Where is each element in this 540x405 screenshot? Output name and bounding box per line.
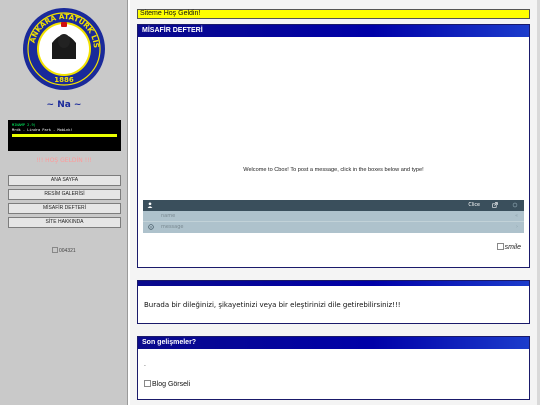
name-chevron-icon: «	[514, 213, 518, 219]
news-title: Son gelişmeler?	[138, 337, 529, 349]
nav-resim-galerisi-button[interactable]: RESİM GALERİSİ	[8, 189, 121, 200]
message-placeholder: message	[161, 224, 184, 230]
news-dot: .	[144, 361, 146, 368]
wish-text: Burada bir dileğinizi, şikayetinizi veya…	[144, 301, 401, 309]
mini-player[interactable]: MINAMP 2.9) Mrdk - Lindra Park - MobLnk!	[8, 120, 121, 151]
cbox-name-input[interactable]: name «	[143, 211, 524, 222]
cbox-toolbar: Clice	[143, 200, 524, 211]
main-content: Siteme Hoş Geldin! MİSAFİR DEFTERİ Welco…	[130, 0, 540, 405]
user-icon[interactable]	[147, 202, 153, 208]
cbox-welcome-text: Welcome to Cbox! To post a message, clic…	[243, 167, 424, 173]
nav-site-hakkinda-button[interactable]: SİTE HAKKINDA	[8, 217, 121, 228]
nav-ana-sayfa-button[interactable]: ANA SAYFA	[8, 175, 121, 186]
smiley-icon[interactable]	[148, 224, 154, 230]
refresh-icon[interactable]	[512, 202, 518, 208]
wish-panel-header	[138, 281, 529, 286]
cbox-clear-link[interactable]: Clice	[468, 200, 480, 211]
name-placeholder: name	[161, 213, 176, 219]
sidebar: ANKARA ATATÜRK LİSESİ 1886 ~ Na ~ MINAMP…	[0, 0, 128, 405]
send-chevron-icon[interactable]: ›	[516, 222, 518, 233]
cbox-form: name « message ›	[143, 211, 524, 233]
school-logo: ANKARA ATATÜRK LİSESİ 1886	[22, 7, 105, 90]
player-track: Mrdk - Lindra Park - MobLnk!	[12, 128, 73, 132]
player-progress-bar[interactable]	[12, 134, 117, 137]
sidebar-nav: ANA SAYFA RESİM GALERİSİ MİSAFİR DEFTERİ…	[8, 175, 121, 231]
welcome-note: !!! HOŞ GELDİN !!!	[36, 157, 92, 164]
guestbook-panel: MİSAFİR DEFTERİ Welcome to Cbox! To post…	[137, 24, 530, 268]
site-name: ~ Na ~	[46, 100, 82, 110]
popout-icon[interactable]	[492, 202, 498, 208]
news-panel: Son gelişmeler? . Blog Görseli	[137, 336, 530, 400]
logo-year: 1886	[54, 76, 74, 84]
visitor-counter-image: 004321	[52, 247, 76, 254]
cbox-message-input[interactable]: message ›	[143, 222, 524, 233]
wish-panel: Burada bir dileğinizi, şikayetinizi veya…	[137, 280, 530, 324]
nav-misafir-defteri-button[interactable]: MİSAFİR DEFTERİ	[8, 203, 121, 214]
smile-image: smile	[497, 243, 521, 251]
page: ANKARA ATATÜRK LİSESİ 1886 ~ Na ~ MINAMP…	[0, 0, 540, 405]
guestbook-title: MİSAFİR DEFTERİ	[138, 25, 529, 37]
blog-image: Blog Görseli	[144, 380, 190, 388]
welcome-banner: Siteme Hoş Geldin!	[137, 9, 530, 19]
